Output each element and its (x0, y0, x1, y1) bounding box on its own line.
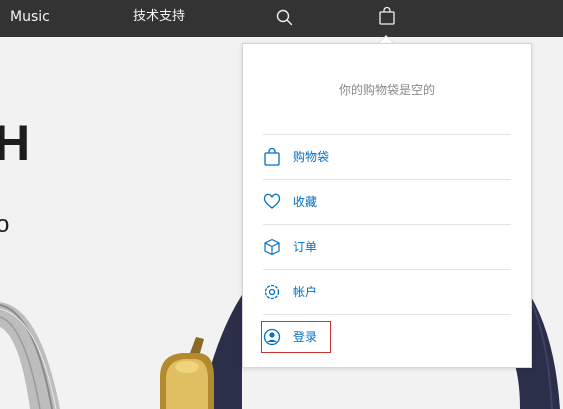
menu-item-label: 购物袋 (293, 150, 330, 164)
menu-item-bag[interactable]: 购物袋 (263, 134, 511, 179)
bag-icon (264, 148, 280, 166)
box-icon (264, 238, 280, 256)
user-icon (263, 328, 281, 346)
nav-music-link[interactable]: Music (10, 0, 50, 37)
menu-item-label: 登录 (293, 330, 318, 344)
heart-icon (263, 193, 281, 209)
bag-dropdown: 你的购物袋是空的 购物袋 收藏 订单 帐户 登录 (242, 43, 532, 368)
search-icon[interactable] (276, 9, 293, 26)
menu-item-sign-in[interactable]: 登录 (263, 314, 511, 359)
menu-item-orders[interactable]: 订单 (263, 224, 511, 269)
top-nav: Music 技术支持 (0, 0, 563, 37)
bag-icon[interactable] (379, 7, 395, 25)
menu-item-label: 订单 (293, 240, 318, 254)
bag-empty-message: 你的购物袋是空的 (338, 83, 435, 97)
menu-item-label: 收藏 (293, 195, 318, 209)
nav-support-link[interactable]: 技术支持 (133, 0, 185, 37)
menu-item-label: 帐户 (293, 285, 318, 299)
menu-item-account[interactable]: 帐户 (263, 269, 511, 314)
gear-icon (264, 284, 280, 300)
menu-item-favorites[interactable]: 收藏 (263, 179, 511, 224)
